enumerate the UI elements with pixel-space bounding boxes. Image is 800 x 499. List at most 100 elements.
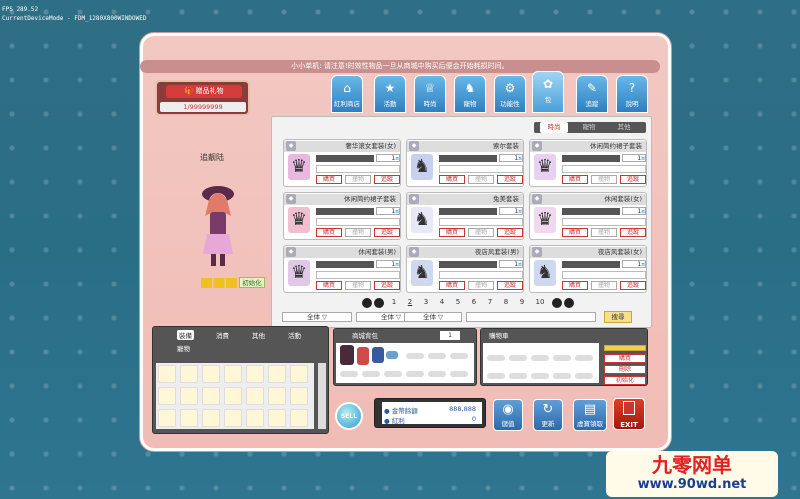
item-option-select[interactable] [562,271,646,279]
inventory-scrollbar[interactable] [318,363,326,429]
last-page-button[interactable] [564,298,574,308]
empty-slot[interactable] [553,355,571,361]
inventory-slot[interactable] [202,409,220,427]
buy-button[interactable]: 購買 [316,281,342,290]
gift-item-button[interactable]: 撞物 [591,228,617,237]
gift-button[interactable]: 🎁 赠品礼物 [166,85,242,98]
track-button[interactable]: 追蹤 [374,281,400,290]
item-image-icon[interactable]: ♛ [534,207,556,233]
gift-item-button[interactable]: 撞物 [591,281,617,290]
track-button[interactable]: 追蹤 [620,228,646,237]
page-number[interactable]: 4 [436,298,448,306]
tab-help[interactable]: ? 說明 [616,75,648,113]
empty-slot[interactable] [362,371,380,377]
inventory-slot[interactable] [180,409,198,427]
buy-button[interactable]: 購買 [439,281,465,290]
item-option-select[interactable] [562,218,646,226]
character-reset-button[interactable]: 初始化 [239,277,265,288]
inventory-slot[interactable] [290,409,308,427]
recharge-button[interactable]: ◉ 儲值 [493,399,523,431]
item-image-icon[interactable]: ♛ [288,207,310,233]
sell-button[interactable]: SELL [335,402,363,430]
page-number[interactable]: 9 [516,298,528,306]
page-number[interactable]: 10 [534,298,546,306]
buy-button[interactable]: 購買 [562,175,588,184]
page-number-current[interactable]: 2 [404,298,416,306]
track-button[interactable]: 追蹤 [497,228,523,237]
inventory-tab-equip[interactable]: 裝備 [177,330,194,340]
inventory-slot[interactable] [246,387,264,405]
inventory-slot[interactable] [202,365,220,383]
filter-dropdown-3[interactable]: 全体 ▽ [404,312,462,322]
empty-slot[interactable] [575,373,593,379]
item-option-select[interactable] [439,271,523,279]
inventory-slot[interactable] [158,387,176,405]
empty-slot[interactable] [553,373,571,379]
next-page-button[interactable] [552,298,562,308]
buy-button[interactable]: 購買 [316,175,342,184]
inventory-slot[interactable] [158,409,176,427]
inventory-slot[interactable] [290,365,308,383]
empty-slot[interactable] [531,373,549,379]
empty-slot[interactable] [450,353,468,359]
search-input[interactable] [466,312,596,322]
item-image-icon[interactable]: ♞ [411,260,433,286]
inventory-slot[interactable] [268,365,286,383]
gift-item-button[interactable]: 撞物 [345,228,371,237]
empty-slot[interactable] [428,353,446,359]
empty-slot[interactable] [487,373,505,379]
gift-item-button[interactable]: 撞物 [468,228,494,237]
item-image-icon[interactable]: ♞ [411,207,433,233]
inventory-slot[interactable] [268,409,286,427]
page-number[interactable]: 7 [484,298,496,306]
buy-button[interactable]: 購買 [562,228,588,237]
item-image-icon[interactable]: ♞ [411,154,433,180]
shop-item-card[interactable]: 休闲套装(女) ◆ ♛ 1¤ 購買 撞物 追蹤 [529,192,647,240]
track-button[interactable]: 追蹤 [497,281,523,290]
empty-slot[interactable] [384,371,402,377]
shop-item-card[interactable]: 夜店风套装(男) ◆ ♞ 1¤ 購買 撞物 追蹤 [406,245,524,293]
page-number[interactable]: 1 [388,298,400,306]
cart-buy-button[interactable]: 購買 [604,354,646,363]
inventory-slot[interactable] [180,387,198,405]
tab-fashion[interactable]: ♕ 時尚 [414,75,446,113]
inventory-slot[interactable] [158,365,176,383]
inventory-tab-consume[interactable]: 消費 [216,330,229,340]
tab-event[interactable]: ★ 活動 [374,75,406,113]
item-option-select[interactable] [316,271,400,279]
shop-item-card[interactable]: 休闲套装(男) ◆ ♛ 1¤ 購買 撞物 追蹤 [283,245,401,293]
track-button[interactable]: 追蹤 [374,228,400,237]
shop-item-card[interactable]: 夜店风套装(女) ◆ ♞ 1¤ 購買 撞物 追蹤 [529,245,647,293]
empty-slot[interactable] [509,373,527,379]
item-image-icon[interactable]: ♞ [534,260,556,286]
inventory-slot[interactable] [180,365,198,383]
item-option-select[interactable] [562,165,646,173]
inventory-tab-other[interactable]: 其他 [252,330,265,340]
store-page-indicator[interactable]: 1 [440,331,460,340]
prev-page-button[interactable] [374,298,384,308]
track-button[interactable]: 追蹤 [620,175,646,184]
buy-button[interactable]: 購買 [316,228,342,237]
gift-item-button[interactable]: 撞物 [468,281,494,290]
empty-slot[interactable] [509,355,527,361]
empty-slot[interactable] [531,355,549,361]
inventory-slot[interactable] [202,387,220,405]
cart-reset-button[interactable]: 初始化 [604,376,646,385]
buy-button[interactable]: 購買 [439,175,465,184]
track-button[interactable]: 追蹤 [497,175,523,184]
inventory-slot[interactable] [224,387,242,405]
shop-item-card[interactable]: 索尔套装 ◆ ♞ 1¤ 購買 撞物 追蹤 [406,139,524,187]
inventory-slot[interactable] [246,365,264,383]
tab-pet[interactable]: ♞ 寵物 [454,75,486,113]
inventory-slot[interactable] [246,409,264,427]
inventory-slot[interactable] [224,365,242,383]
filter-pet[interactable]: 寵物 [578,122,600,133]
backpack-item-icons[interactable] [340,345,400,367]
empty-slot[interactable] [450,371,468,377]
page-number[interactable]: 6 [468,298,480,306]
item-image-icon[interactable]: ♛ [288,260,310,286]
claim-item-button[interactable]: ▤ 虛寶領取 [573,399,607,431]
inventory-slot[interactable] [268,387,286,405]
page-number[interactable]: 3 [420,298,432,306]
inventory-tab-event[interactable]: 活動 [288,330,301,340]
